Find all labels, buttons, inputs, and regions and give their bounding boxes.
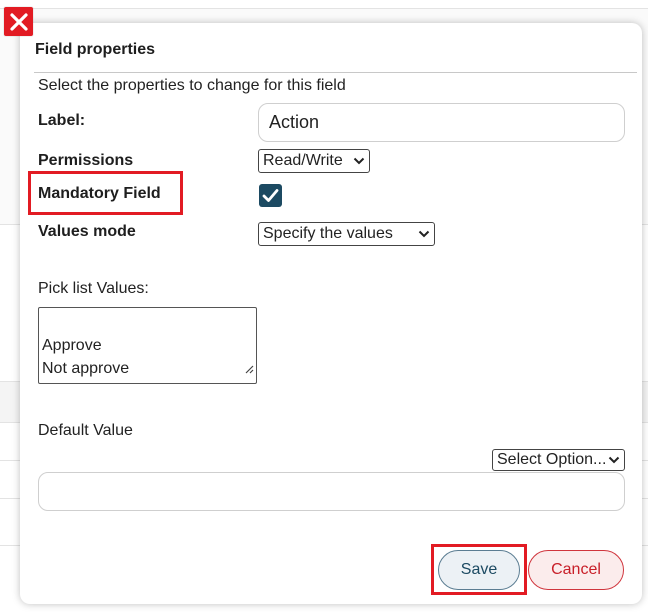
resize-grip-icon[interactable] — [245, 358, 254, 381]
pick-list-value: Not approve — [42, 360, 130, 377]
permissions-selected: Read/Write — [263, 152, 343, 169]
label-input-value: Action — [269, 112, 320, 132]
chevron-down-icon — [353, 157, 365, 165]
close-icon — [9, 12, 28, 31]
values-mode-label: Values mode — [38, 223, 136, 240]
chevron-down-icon — [608, 456, 620, 464]
mandatory-field-label: Mandatory Field — [38, 185, 161, 202]
label-field-label: Label: — [38, 112, 86, 129]
permissions-select[interactable]: Read/Write — [258, 149, 370, 173]
permissions-label: Permissions — [38, 152, 134, 169]
title-divider — [34, 72, 637, 73]
default-value-label: Default Value — [38, 422, 133, 439]
checkmark-icon — [262, 189, 279, 202]
default-value-input[interactable] — [38, 472, 625, 511]
close-button[interactable] — [4, 7, 33, 36]
label-input[interactable]: Action — [258, 103, 625, 142]
chevron-down-icon — [418, 230, 430, 238]
save-button[interactable]: Save — [438, 550, 520, 590]
default-value-select-placeholder: Select Option... — [497, 451, 607, 468]
field-properties-dialog: Field properties Select the properties t… — [20, 23, 642, 604]
cancel-button[interactable]: Cancel — [528, 550, 624, 590]
dialog-title: Field properties — [35, 41, 156, 58]
dialog-subtitle: Select the properties to change for this… — [38, 77, 346, 94]
values-mode-selected: Specify the values — [263, 225, 393, 242]
pick-list-label: Pick list Values: — [38, 280, 149, 297]
default-value-select[interactable]: Select Option... — [492, 449, 625, 471]
mandatory-checkbox[interactable] — [259, 184, 282, 207]
values-mode-select[interactable]: Specify the values — [258, 222, 435, 246]
pick-list-textarea[interactable]: Approve Not approve — [38, 307, 257, 384]
pick-list-value: Approve — [42, 337, 102, 354]
